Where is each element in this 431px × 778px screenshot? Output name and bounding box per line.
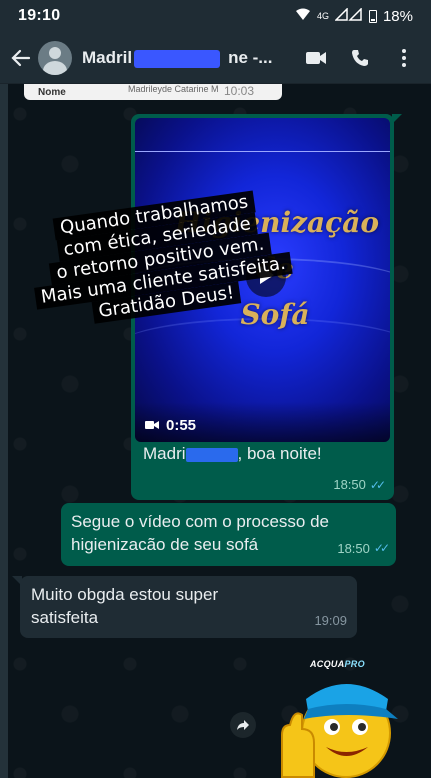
caption-prefix: Madri	[143, 444, 186, 463]
sticker-brand-name: ACQUA	[310, 659, 345, 669]
more-vertical-icon[interactable]	[393, 47, 415, 69]
message-time: 19:09	[314, 613, 347, 628]
video-duration: 0:55	[145, 417, 196, 434]
duration-text: 0:55	[166, 417, 197, 434]
message-text-line: Muito obgda estou super	[31, 585, 219, 604]
message-meta: 18:50 ✓✓	[333, 477, 386, 492]
left-edge	[0, 84, 8, 778]
sticker-brand-suffix: PRO	[344, 659, 365, 669]
contact-name-suffix: ne -...	[228, 47, 272, 67]
contact-name-prefix: Madril	[82, 47, 133, 67]
video-camera-icon[interactable]	[305, 47, 327, 69]
chat-header: Madril ne -...	[0, 32, 431, 84]
video-camera-icon	[145, 417, 160, 434]
contact-name[interactable]: Madril ne -...	[82, 48, 272, 68]
network-type: 4G	[316, 11, 329, 21]
previous-message-card[interactable]: Nome Madrileyde Catarine M 10:03	[24, 84, 282, 100]
signal-icon	[334, 6, 363, 25]
battery-icon	[368, 9, 377, 23]
read-ticks-icon: ✓✓	[373, 541, 390, 555]
status-bar: 19:10 4G 18%	[0, 0, 431, 32]
wifi-icon	[295, 7, 311, 25]
card-value: Madrileyde Catarine M	[128, 84, 219, 94]
read-ticks-icon: ✓✓	[369, 477, 386, 492]
phone-icon[interactable]	[349, 47, 371, 69]
thumbnail-line	[135, 151, 390, 152]
chat-area[interactable]: Nome Madrileyde Catarine M 10:03 Higieni…	[0, 84, 431, 778]
avatar[interactable]	[38, 40, 72, 75]
message-meta: 19:09	[314, 609, 347, 632]
card-label: Nome	[38, 86, 66, 98]
card-time: 10:03	[223, 84, 254, 98]
message-time: 18:50	[337, 541, 370, 556]
message-time: 18:50	[333, 477, 366, 492]
status-indicators: 4G 18%	[295, 6, 413, 25]
header-actions	[305, 47, 421, 69]
sticker-brand: ACQUAPRO	[310, 659, 365, 669]
message-text-line: satisfeita	[31, 608, 99, 627]
redaction-bar	[185, 447, 238, 462]
message-text-line: Segue o vídeo com o processo de	[71, 512, 329, 531]
battery-level: 18%	[382, 7, 413, 25]
forward-icon[interactable]	[230, 712, 256, 738]
video-caption: Madri , boa noite!	[143, 444, 322, 464]
status-time: 19:10	[18, 7, 61, 24]
arrow-left-icon[interactable]	[10, 47, 32, 69]
incoming-message-bubble[interactable]: Muito obgda estou super satisfeita 19:09	[12, 576, 357, 638]
message-meta: 18:50 ✓✓	[337, 537, 390, 560]
sticker-image[interactable]	[268, 659, 408, 778]
redaction-bar	[134, 49, 220, 68]
caption-suffix: , boa noite!	[237, 444, 322, 463]
outgoing-message-bubble[interactable]: Segue o vídeo com o processo de higieniz…	[61, 503, 396, 566]
